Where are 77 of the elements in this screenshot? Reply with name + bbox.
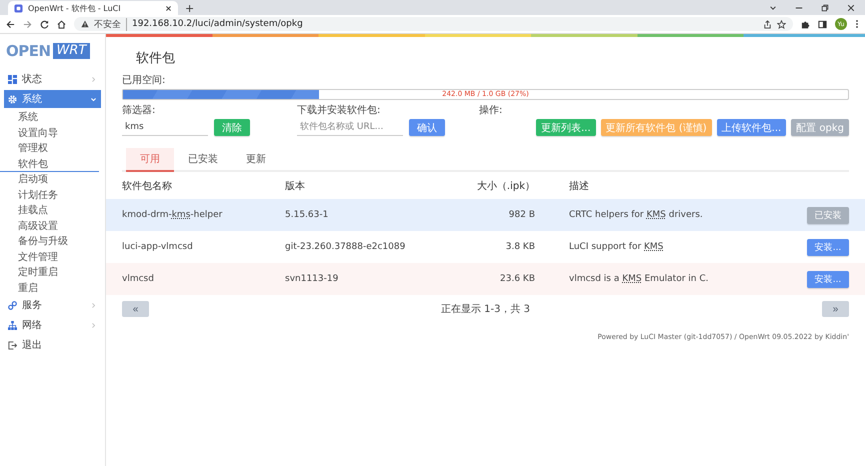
table-cell-text: 5.15.63-1 [285, 210, 330, 220]
submenu-item[interactable]: 系统 [0, 110, 99, 126]
page-title: 软件包 [135, 50, 176, 67]
link-icon [8, 300, 17, 310]
network-tree-icon [8, 320, 17, 330]
submenu-item[interactable]: 重启 [0, 280, 99, 296]
submenu-item[interactable]: 软件包 [0, 156, 99, 172]
table-cell-text: luci-app-vlmcsd [122, 242, 194, 252]
menu-icon[interactable] [855, 19, 859, 29]
star-icon[interactable] [777, 20, 786, 28]
column-header: 大小（.ipk） [476, 180, 536, 192]
gear-icon [8, 94, 17, 104]
table-cell-text: 3.8 KB [504, 242, 536, 252]
home-icon[interactable] [57, 20, 66, 28]
field-label: 已用空间: [122, 74, 166, 87]
package-url-field[interactable]: 软件包名称或 URL... [297, 119, 403, 136]
chevron-right-icon [90, 322, 97, 328]
table-cell-text: 23.6 KB [499, 274, 536, 284]
column-header: 软件包名称 [122, 180, 173, 192]
tab[interactable]: 已安装 [174, 148, 232, 172]
page-icon [14, 4, 23, 12]
exit-icon [8, 340, 17, 350]
dashboard-icon [8, 74, 17, 84]
page-status: 正在显示 1-3，共 3 [440, 302, 530, 316]
menu-item[interactable]: 退出 [4, 336, 101, 354]
url-text: 192.168.10.2/luci/admin/system/opkg [132, 19, 303, 29]
menu-item[interactable]: 状态 [4, 70, 101, 88]
table-cell-text: vlmcsd is a KMS Emulator in C. [569, 274, 710, 284]
tab-title: OpenWrt - 软件包 - LuCI [28, 2, 122, 14]
menu-item[interactable]: 网络 [4, 316, 101, 334]
close-icon[interactable] [847, 4, 855, 12]
back-icon[interactable] [6, 20, 15, 28]
new-tab-button[interactable]: + [182, 2, 198, 15]
logo-text: OPEN [6, 42, 51, 60]
close-icon[interactable] [165, 4, 172, 12]
table-row[interactable]: luci-app-vlmcsd git-23.260.37888-e2c1089 3.8 KB LuCI support for KMS 安装... [106, 231, 865, 263]
submenu-item[interactable]: 管理权 [0, 141, 99, 156]
field-label: 筛选器: [122, 104, 156, 117]
chevron-down-icon [90, 96, 97, 102]
puzzle-icon[interactable] [801, 20, 810, 28]
security-label: 不安全 [94, 18, 127, 30]
table-cell-text: svn1113-19 [285, 274, 340, 284]
sidebar-icon[interactable] [818, 20, 827, 28]
menu-item[interactable]: 系统 [4, 90, 101, 108]
field-label: 操作: [479, 104, 502, 117]
reload-icon[interactable] [40, 20, 49, 28]
table-cell-text: 982 B [508, 210, 536, 220]
submenu-item[interactable]: 启动项 [0, 172, 99, 188]
table-cell-text: CRTC helpers for KMS drivers. [569, 210, 704, 220]
table-cell-text: kmod-drm-kms-helper [122, 210, 224, 220]
forward-icon[interactable] [23, 20, 32, 28]
field-label: 下载并安装软件包: [297, 104, 382, 117]
table-cell-text: git-23.260.37888-e2c1089 [285, 242, 406, 252]
logo-badge: WRT [52, 43, 90, 59]
filter-field[interactable]: kms [122, 119, 208, 136]
submenu-item[interactable]: 高级设置 [0, 218, 99, 234]
table-row[interactable]: vlmcsd svn1113-19 23.6 KB vlmcsd is a KMS Emulator in C. 安装... [106, 263, 865, 295]
submenu-item[interactable]: 挂载点 [0, 203, 99, 218]
column-header: 版本 [285, 180, 306, 192]
submenu-item[interactable]: 计划任务 [0, 188, 99, 203]
share-icon[interactable] [763, 20, 772, 28]
chevron-right-icon [90, 76, 97, 82]
menu-item[interactable]: 服务 [4, 296, 101, 314]
submenu-item[interactable]: 定时重启 [0, 265, 99, 280]
chevron-right-icon [90, 302, 97, 308]
submenu-item[interactable]: 备份与升级 [0, 234, 99, 250]
chevron-down-icon[interactable] [769, 4, 777, 12]
browser-tab[interactable]: OpenWrt - 软件包 - LuCI [8, 1, 178, 15]
table-cell-text: vlmcsd [122, 274, 155, 284]
column-header: 描述 [569, 180, 590, 192]
submenu-item[interactable]: 文件管理 [0, 250, 99, 265]
tab[interactable]: 更新 [232, 148, 280, 172]
restore-icon[interactable] [821, 4, 829, 12]
table-cell-text: LuCI support for KMS [569, 242, 664, 252]
address-field[interactable]: 不安全 192.168.10.2/luci/admin/system/opkg [74, 17, 793, 31]
warning-icon [81, 20, 89, 28]
submenu-item[interactable]: 设置向导 [0, 126, 99, 141]
